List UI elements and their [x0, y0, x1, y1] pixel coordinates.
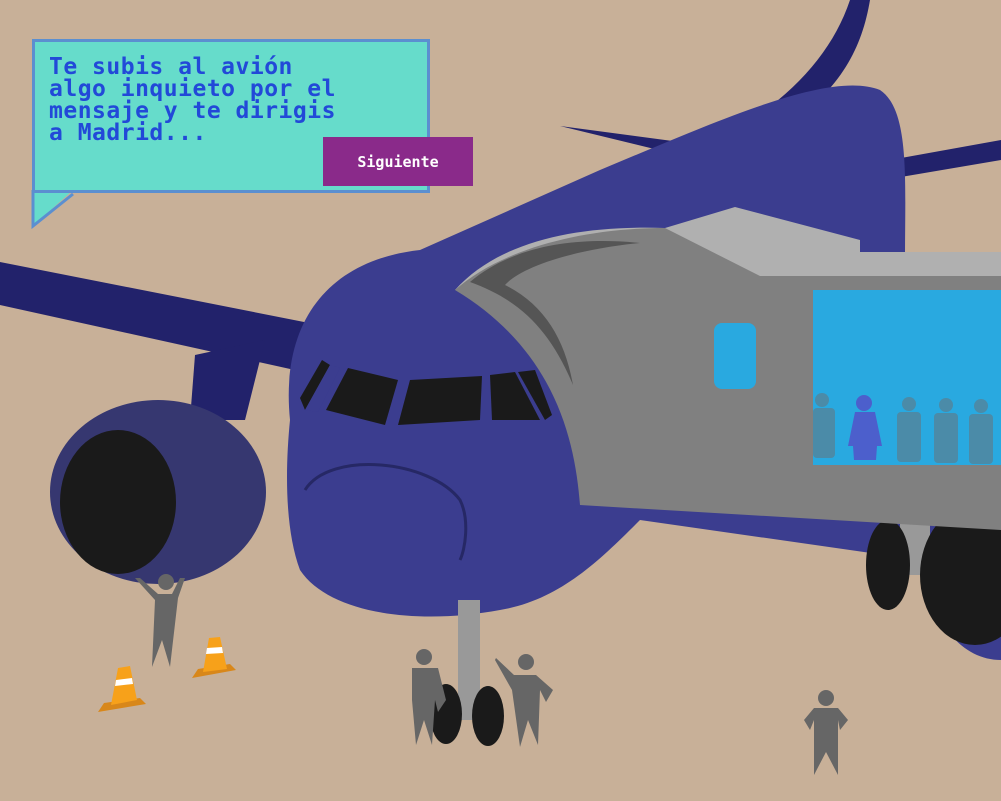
dialog-text: Te subis al avión algo inquieto por el m… [49, 54, 336, 146]
nose-wheel-right [472, 686, 504, 746]
cockpit-window-4 [398, 376, 482, 425]
main-wheel-left [866, 520, 910, 610]
dialog-tail [31, 190, 74, 230]
engine-intake [60, 430, 176, 574]
jetway-window-small [714, 323, 756, 389]
next-button[interactable]: Siguiente [323, 137, 473, 186]
